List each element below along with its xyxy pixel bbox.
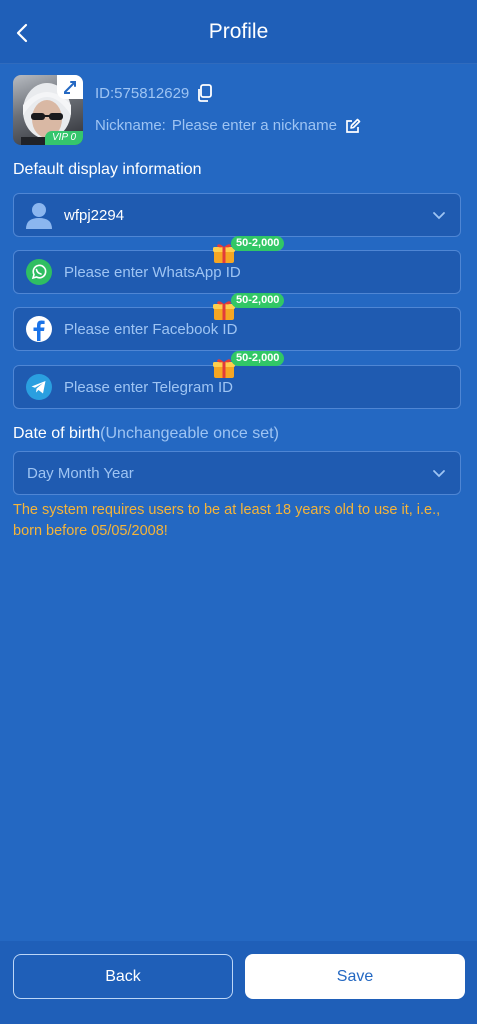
birth-date-placeholder: Day Month Year bbox=[27, 464, 134, 482]
avatar-edit-icon[interactable] bbox=[57, 75, 83, 99]
edit-icon[interactable] bbox=[345, 118, 361, 134]
user-id: ID:575812629 bbox=[95, 84, 213, 102]
avatar[interactable]: VIP 0 bbox=[13, 75, 83, 145]
birth-date-select[interactable]: Day Month Year bbox=[13, 451, 461, 495]
telegram-placeholder: Please enter Telegram ID bbox=[64, 378, 233, 396]
birth-heading-text: Date of birth bbox=[13, 425, 101, 442]
back-button[interactable]: Back bbox=[13, 954, 233, 999]
chevron-down-icon bbox=[432, 466, 446, 485]
copy-icon[interactable] bbox=[197, 84, 213, 102]
chevron-down-icon bbox=[432, 208, 446, 227]
whatsapp-placeholder: Please enter WhatsApp ID bbox=[64, 263, 241, 281]
whatsapp-field[interactable]: Please enter WhatsApp ID bbox=[13, 250, 461, 294]
top-bar: Profile bbox=[0, 0, 477, 64]
nickname-placeholder[interactable]: Please enter a nickname bbox=[172, 117, 337, 134]
facebook-icon bbox=[14, 315, 64, 343]
reward-badge: 50-2,000 bbox=[231, 236, 285, 251]
birth-heading: Date of birth(Unchangeable once set) bbox=[13, 425, 279, 443]
user-id-text: ID:575812629 bbox=[95, 84, 190, 102]
facebook-placeholder: Please enter Facebook ID bbox=[64, 320, 238, 338]
birth-heading-note: (Unchangeable once set) bbox=[100, 425, 279, 442]
username-select[interactable]: wfpj2294 bbox=[13, 193, 461, 237]
username-value: wfpj2294 bbox=[64, 206, 125, 224]
reward-badge: 50-2,000 bbox=[231, 351, 285, 366]
bottom-bar: Back Save bbox=[0, 941, 477, 1024]
reward-badge: 50-2,000 bbox=[231, 293, 285, 308]
telegram-field[interactable]: Please enter Telegram ID bbox=[13, 365, 461, 409]
facebook-field[interactable]: Please enter Facebook ID bbox=[13, 307, 461, 351]
telegram-icon bbox=[14, 373, 64, 401]
age-notice: The system requires users to be at least… bbox=[13, 502, 441, 539]
user-icon bbox=[14, 200, 64, 230]
save-button[interactable]: Save bbox=[245, 954, 465, 999]
whatsapp-icon bbox=[14, 258, 64, 286]
nickname-label: Nickname: bbox=[95, 117, 166, 134]
default-display-heading: Default display information bbox=[13, 161, 202, 178]
page-title: Profile bbox=[208, 20, 269, 43]
vip-badge: VIP 0 bbox=[45, 131, 83, 145]
nickname-row[interactable]: Nickname: Please enter a nickname bbox=[95, 117, 361, 134]
